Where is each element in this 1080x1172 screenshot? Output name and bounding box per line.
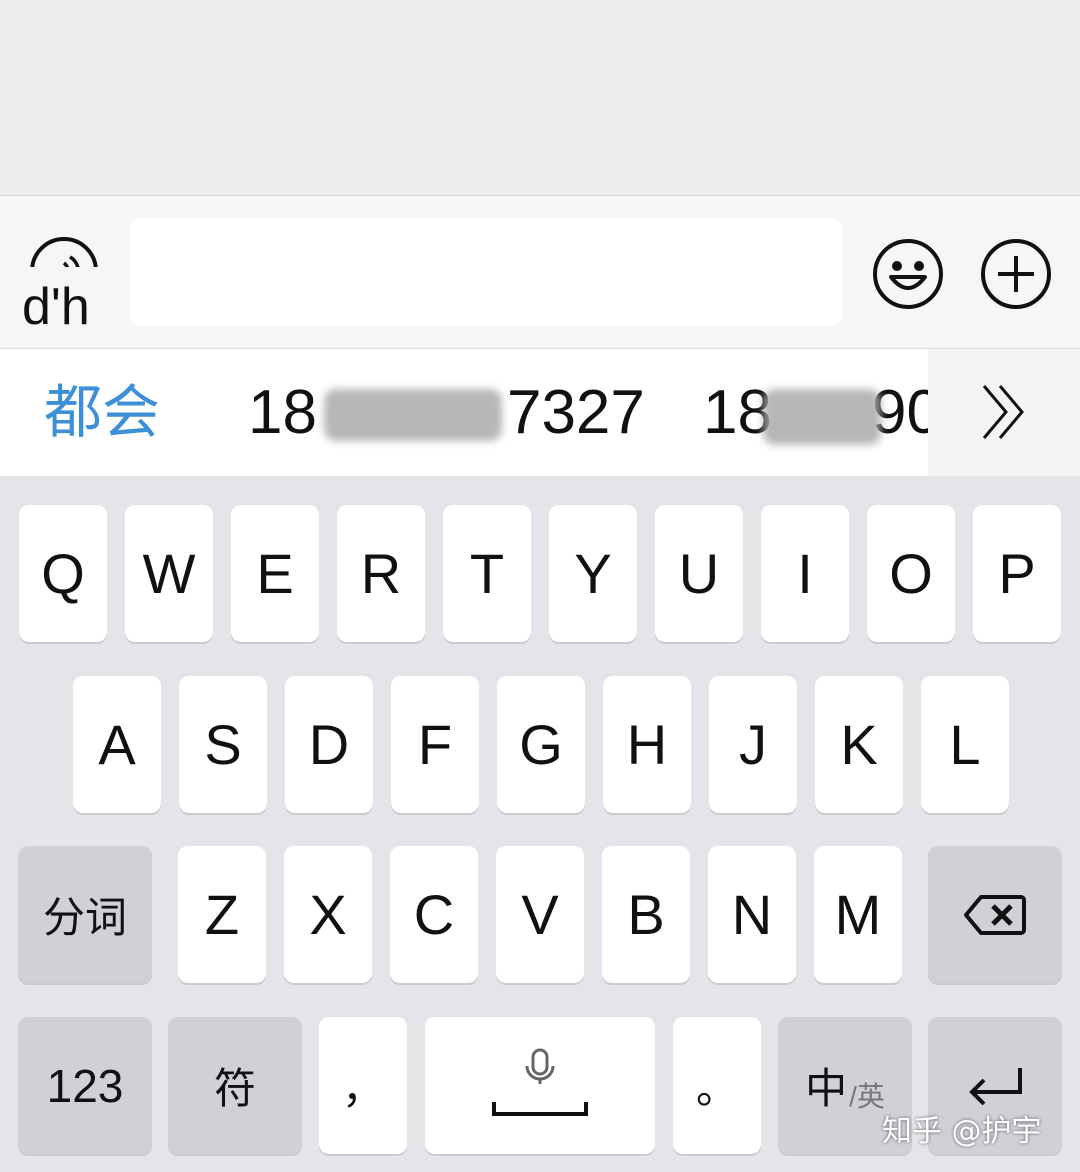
candidate-third[interactable]: 18 90 xyxy=(703,349,928,476)
space-key[interactable] xyxy=(425,1017,655,1154)
input-bar: d'h xyxy=(0,196,1080,349)
backspace-key[interactable] xyxy=(928,846,1062,983)
language-sub-label: /英 xyxy=(849,1080,885,1112)
key-f[interactable]: F xyxy=(391,676,479,813)
enter-icon xyxy=(969,1067,1022,1105)
watermark: 知乎 @护宇 xyxy=(882,1114,1042,1149)
language-main-label: 中 xyxy=(805,1064,848,1113)
chat-history-area xyxy=(0,0,1080,196)
emoji-icon xyxy=(873,239,943,309)
segment-key-label: 分词 xyxy=(42,893,127,942)
symbols-key-label: 符 xyxy=(213,1064,256,1113)
candidate-first[interactable]: 都会 xyxy=(44,349,160,476)
key-d[interactable]: D xyxy=(285,676,373,813)
key-z[interactable]: Z xyxy=(178,846,266,983)
key-y[interactable]: Y xyxy=(549,505,637,642)
key-s[interactable]: S xyxy=(179,676,267,813)
candidate-third-prefix: 18 xyxy=(703,378,772,447)
period-key[interactable]: 。 xyxy=(673,1017,761,1154)
candidate-second-prefix: 18 xyxy=(248,378,317,447)
comma-key-label: ， xyxy=(341,1064,384,1113)
numbers-key[interactable]: 123 xyxy=(18,1017,152,1154)
key-v[interactable]: V xyxy=(496,846,584,983)
key-x[interactable]: X xyxy=(284,846,372,983)
candidate-bar: 都会 18 7327 18 90 xyxy=(0,349,1080,476)
key-q[interactable]: Q xyxy=(19,505,107,642)
key-k[interactable]: K xyxy=(815,676,903,813)
segment-key[interactable]: 分词 xyxy=(18,846,152,983)
key-b[interactable]: B xyxy=(602,846,690,983)
key-o[interactable]: O xyxy=(867,505,955,642)
key-p[interactable]: P xyxy=(973,505,1061,642)
comma-key[interactable]: ， xyxy=(319,1017,407,1154)
candidate-second[interactable]: 18 7327 xyxy=(248,349,645,476)
key-h[interactable]: H xyxy=(603,676,691,813)
key-g[interactable]: G xyxy=(497,676,585,813)
key-l[interactable]: L xyxy=(921,676,1009,813)
key-e[interactable]: E xyxy=(231,505,319,642)
key-c[interactable]: C xyxy=(390,846,478,983)
key-u[interactable]: U xyxy=(655,505,743,642)
more-button[interactable] xyxy=(979,237,1053,311)
emoji-button[interactable] xyxy=(871,237,945,311)
key-t[interactable]: T xyxy=(443,505,531,642)
candidate-second-suffix: 7327 xyxy=(506,378,645,447)
key-j[interactable]: J xyxy=(709,676,797,813)
keyboard: Q W E R T Y U I O P A S D F G H J K L 分词… xyxy=(0,476,1080,1172)
space-mic-icon xyxy=(492,1048,588,1116)
redaction-blur xyxy=(324,389,502,441)
expand-candidates-button[interactable] xyxy=(928,349,1080,476)
key-i[interactable]: I xyxy=(761,505,849,642)
key-m[interactable]: M xyxy=(814,846,902,983)
numbers-key-label: 123 xyxy=(46,1059,124,1112)
plus-icon xyxy=(981,239,1051,309)
key-w[interactable]: W xyxy=(125,505,213,642)
period-key-label: 。 xyxy=(695,1064,738,1113)
key-n[interactable]: N xyxy=(708,846,796,983)
key-a[interactable]: A xyxy=(73,676,161,813)
key-r[interactable]: R xyxy=(337,505,425,642)
double-chevron-right-icon xyxy=(982,385,1024,439)
message-input[interactable] xyxy=(130,218,842,326)
symbols-key[interactable]: 符 xyxy=(168,1017,302,1154)
backspace-icon xyxy=(964,894,1026,935)
redaction-blur xyxy=(763,389,881,445)
pinyin-composition: d'h xyxy=(0,267,116,347)
